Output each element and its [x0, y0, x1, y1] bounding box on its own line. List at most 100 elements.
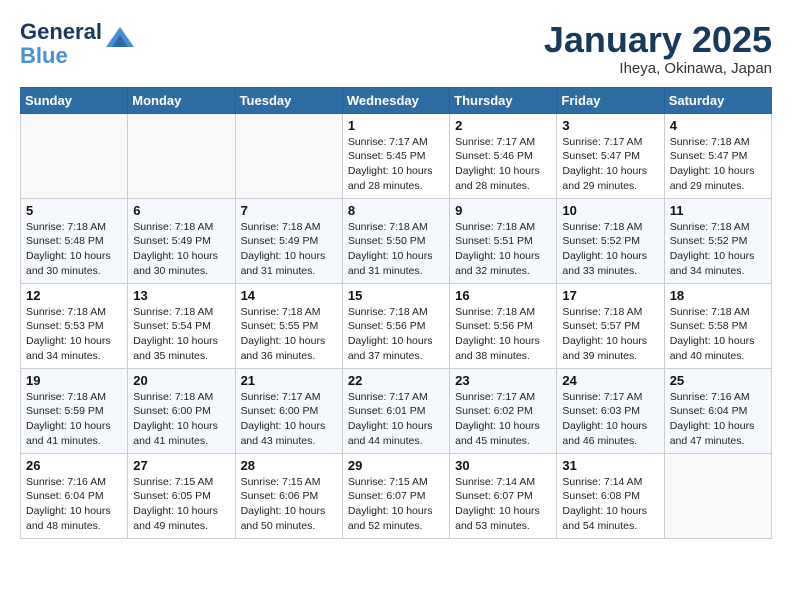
day-number-15: 15	[348, 288, 444, 303]
day-info-19: Sunrise: 7:18 AM Sunset: 5:59 PM Dayligh…	[26, 390, 122, 449]
day-info-26: Sunrise: 7:16 AM Sunset: 6:04 PM Dayligh…	[26, 475, 122, 534]
week-row-5: 26 Sunrise: 7:16 AM Sunset: 6:04 PM Dayli…	[21, 453, 772, 538]
day-number-6: 6	[133, 203, 229, 218]
day-info-7: Sunrise: 7:18 AM Sunset: 5:49 PM Dayligh…	[241, 220, 337, 279]
day-number-27: 27	[133, 458, 229, 473]
page-header: GeneralBlue January 2025 Iheya, Okinawa,…	[20, 20, 772, 77]
day-info-27: Sunrise: 7:15 AM Sunset: 6:05 PM Dayligh…	[133, 475, 229, 534]
logo-text: GeneralBlue	[20, 20, 102, 68]
day-info-17: Sunrise: 7:18 AM Sunset: 5:57 PM Dayligh…	[562, 305, 658, 364]
calendar-table: SundayMondayTuesdayWednesdayThursdayFrid…	[20, 87, 772, 539]
weekday-header-sunday: Sunday	[21, 87, 128, 113]
day-number-28: 28	[241, 458, 337, 473]
day-info-5: Sunrise: 7:18 AM Sunset: 5:48 PM Dayligh…	[26, 220, 122, 279]
week-row-3: 12 Sunrise: 7:18 AM Sunset: 5:53 PM Dayli…	[21, 283, 772, 368]
day-cell-7: 7 Sunrise: 7:18 AM Sunset: 5:49 PM Daylig…	[235, 198, 342, 283]
day-number-24: 24	[562, 373, 658, 388]
day-cell-28: 28 Sunrise: 7:15 AM Sunset: 6:06 PM Dayli…	[235, 453, 342, 538]
day-cell-19: 19 Sunrise: 7:18 AM Sunset: 5:59 PM Dayli…	[21, 368, 128, 453]
day-number-16: 16	[455, 288, 551, 303]
day-info-25: Sunrise: 7:16 AM Sunset: 6:04 PM Dayligh…	[670, 390, 766, 449]
day-number-19: 19	[26, 373, 122, 388]
day-cell-31: 31 Sunrise: 7:14 AM Sunset: 6:08 PM Dayli…	[557, 453, 664, 538]
day-number-29: 29	[348, 458, 444, 473]
day-number-18: 18	[670, 288, 766, 303]
day-info-28: Sunrise: 7:15 AM Sunset: 6:06 PM Dayligh…	[241, 475, 337, 534]
day-cell-29: 29 Sunrise: 7:15 AM Sunset: 6:07 PM Dayli…	[342, 453, 449, 538]
day-info-21: Sunrise: 7:17 AM Sunset: 6:00 PM Dayligh…	[241, 390, 337, 449]
day-info-3: Sunrise: 7:17 AM Sunset: 5:47 PM Dayligh…	[562, 135, 658, 194]
day-cell-27: 27 Sunrise: 7:15 AM Sunset: 6:05 PM Dayli…	[128, 453, 235, 538]
day-number-20: 20	[133, 373, 229, 388]
logo-icon	[106, 27, 134, 52]
calendar-title: January 2025	[544, 20, 772, 60]
day-number-30: 30	[455, 458, 551, 473]
day-info-8: Sunrise: 7:18 AM Sunset: 5:50 PM Dayligh…	[348, 220, 444, 279]
day-info-4: Sunrise: 7:18 AM Sunset: 5:47 PM Dayligh…	[670, 135, 766, 194]
day-cell-18: 18 Sunrise: 7:18 AM Sunset: 5:58 PM Dayli…	[664, 283, 771, 368]
day-number-2: 2	[455, 118, 551, 133]
day-number-23: 23	[455, 373, 551, 388]
day-number-21: 21	[241, 373, 337, 388]
weekday-header-saturday: Saturday	[664, 87, 771, 113]
day-cell-30: 30 Sunrise: 7:14 AM Sunset: 6:07 PM Dayli…	[450, 453, 557, 538]
day-number-22: 22	[348, 373, 444, 388]
day-info-13: Sunrise: 7:18 AM Sunset: 5:54 PM Dayligh…	[133, 305, 229, 364]
day-number-12: 12	[26, 288, 122, 303]
day-cell-20: 20Sunrise: 7:18 AM Sunset: 6:00 PM Dayli…	[128, 368, 235, 453]
day-number-1: 1	[348, 118, 444, 133]
day-number-11: 11	[670, 203, 766, 218]
day-info-22: Sunrise: 7:17 AM Sunset: 6:01 PM Dayligh…	[348, 390, 444, 449]
weekday-header-wednesday: Wednesday	[342, 87, 449, 113]
day-cell-10: 10 Sunrise: 7:18 AM Sunset: 5:52 PM Dayli…	[557, 198, 664, 283]
day-cell-11: 11 Sunrise: 7:18 AM Sunset: 5:52 PM Dayli…	[664, 198, 771, 283]
day-cell-13: 13Sunrise: 7:18 AM Sunset: 5:54 PM Dayli…	[128, 283, 235, 368]
day-cell-12: 12 Sunrise: 7:18 AM Sunset: 5:53 PM Dayli…	[21, 283, 128, 368]
day-info-31: Sunrise: 7:14 AM Sunset: 6:08 PM Dayligh…	[562, 475, 658, 534]
day-cell-17: 17Sunrise: 7:18 AM Sunset: 5:57 PM Dayli…	[557, 283, 664, 368]
week-row-4: 19 Sunrise: 7:18 AM Sunset: 5:59 PM Dayli…	[21, 368, 772, 453]
day-cell-1: 1Sunrise: 7:17 AM Sunset: 5:45 PM Daylig…	[342, 113, 449, 198]
day-info-18: Sunrise: 7:18 AM Sunset: 5:58 PM Dayligh…	[670, 305, 766, 364]
day-number-26: 26	[26, 458, 122, 473]
day-info-15: Sunrise: 7:18 AM Sunset: 5:56 PM Dayligh…	[348, 305, 444, 364]
empty-cell	[128, 113, 235, 198]
day-cell-15: 15 Sunrise: 7:18 AM Sunset: 5:56 PM Dayli…	[342, 283, 449, 368]
day-cell-23: 23 Sunrise: 7:17 AM Sunset: 6:02 PM Dayli…	[450, 368, 557, 453]
day-cell-6: 6 Sunrise: 7:18 AM Sunset: 5:49 PM Daylig…	[128, 198, 235, 283]
day-cell-8: 8 Sunrise: 7:18 AM Sunset: 5:50 PM Daylig…	[342, 198, 449, 283]
day-cell-21: 21 Sunrise: 7:17 AM Sunset: 6:00 PM Dayli…	[235, 368, 342, 453]
day-cell-14: 14Sunrise: 7:18 AM Sunset: 5:55 PM Dayli…	[235, 283, 342, 368]
day-info-9: Sunrise: 7:18 AM Sunset: 5:51 PM Dayligh…	[455, 220, 551, 279]
day-info-30: Sunrise: 7:14 AM Sunset: 6:07 PM Dayligh…	[455, 475, 551, 534]
day-cell-24: 24 Sunrise: 7:17 AM Sunset: 6:03 PM Dayli…	[557, 368, 664, 453]
empty-cell	[21, 113, 128, 198]
day-info-16: Sunrise: 7:18 AM Sunset: 5:56 PM Dayligh…	[455, 305, 551, 364]
empty-cell	[664, 453, 771, 538]
day-cell-5: 5Sunrise: 7:18 AM Sunset: 5:48 PM Daylig…	[21, 198, 128, 283]
day-info-23: Sunrise: 7:17 AM Sunset: 6:02 PM Dayligh…	[455, 390, 551, 449]
day-info-10: Sunrise: 7:18 AM Sunset: 5:52 PM Dayligh…	[562, 220, 658, 279]
day-number-31: 31	[562, 458, 658, 473]
week-row-1: 1Sunrise: 7:17 AM Sunset: 5:45 PM Daylig…	[21, 113, 772, 198]
day-number-7: 7	[241, 203, 337, 218]
logo: GeneralBlue	[20, 20, 134, 68]
day-number-25: 25	[670, 373, 766, 388]
empty-cell	[235, 113, 342, 198]
day-info-11: Sunrise: 7:18 AM Sunset: 5:52 PM Dayligh…	[670, 220, 766, 279]
day-number-4: 4	[670, 118, 766, 133]
day-number-10: 10	[562, 203, 658, 218]
day-number-8: 8	[348, 203, 444, 218]
title-block: January 2025 Iheya, Okinawa, Japan	[544, 20, 772, 77]
day-info-6: Sunrise: 7:18 AM Sunset: 5:49 PM Dayligh…	[133, 220, 229, 279]
day-cell-22: 22 Sunrise: 7:17 AM Sunset: 6:01 PM Dayli…	[342, 368, 449, 453]
day-info-24: Sunrise: 7:17 AM Sunset: 6:03 PM Dayligh…	[562, 390, 658, 449]
day-cell-25: 25 Sunrise: 7:16 AM Sunset: 6:04 PM Dayli…	[664, 368, 771, 453]
day-info-12: Sunrise: 7:18 AM Sunset: 5:53 PM Dayligh…	[26, 305, 122, 364]
day-info-2: Sunrise: 7:17 AM Sunset: 5:46 PM Dayligh…	[455, 135, 551, 194]
weekday-header-thursday: Thursday	[450, 87, 557, 113]
day-cell-9: 9Sunrise: 7:18 AM Sunset: 5:51 PM Daylig…	[450, 198, 557, 283]
day-cell-3: 3Sunrise: 7:17 AM Sunset: 5:47 PM Daylig…	[557, 113, 664, 198]
weekday-header-friday: Friday	[557, 87, 664, 113]
day-info-29: Sunrise: 7:15 AM Sunset: 6:07 PM Dayligh…	[348, 475, 444, 534]
